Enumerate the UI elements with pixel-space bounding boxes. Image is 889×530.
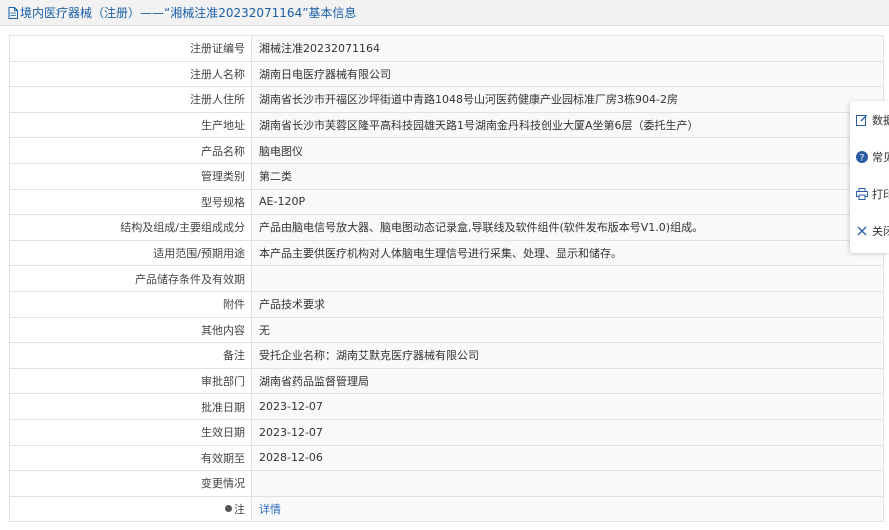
table-row: 注册人住所 湖南省长沙市开福区沙坪街道中青路1048号山河医药健康产业园标准厂房3… xyxy=(9,86,884,113)
row-label: 注册证编号 xyxy=(9,35,252,62)
side-item-print-label: 打印 xyxy=(872,188,889,201)
row-label: 注册人名称 xyxy=(9,60,252,88)
row-value: 产品技术要求 xyxy=(251,290,884,318)
row-label: 其他内容 xyxy=(9,316,252,344)
info-table: 注册证编号 湘械注准20232071164 注册人名称 湖南日电医疗器械有限公司 注册人… xyxy=(9,35,884,523)
row-value: 2023-12-07 xyxy=(251,418,884,446)
close-icon xyxy=(856,225,868,237)
table-row: 产品储存条件及有效期 xyxy=(9,265,884,292)
print-icon xyxy=(856,188,868,200)
table-row: 批准日期 2023-12-07 xyxy=(9,393,884,420)
row-value: 产品由脑电信号放大器、脑电图动态记录盒,导联线及软件组件(软件发布版本号V1.0… xyxy=(251,214,884,241)
side-panel: 数据 ? 常见 打印 关闭 xyxy=(850,101,889,253)
row-value: 无 xyxy=(251,316,884,344)
table-row: 型号规格 AE-120P xyxy=(9,188,884,216)
side-item-faq[interactable]: ? 常见 xyxy=(856,147,889,167)
row-label: 生产地址 xyxy=(9,111,252,139)
row-value: 湖南省药品监督管理局 xyxy=(251,367,884,395)
row-value: 脑电图仪 xyxy=(251,137,884,164)
row-value: 第二类 xyxy=(251,162,884,190)
row-value: AE-120P xyxy=(251,188,884,216)
row-label: 产品储存条件及有效期 xyxy=(9,265,252,292)
table-row: 变更情况 xyxy=(9,470,884,497)
row-label: 注册人住所 xyxy=(9,86,252,113)
row-label: 变更情况 xyxy=(9,470,252,497)
table-row: 注册人名称 湖南日电医疗器械有限公司 xyxy=(9,60,884,88)
details-link[interactable]: 详情 xyxy=(251,495,884,523)
note-label-cell: 注 xyxy=(9,495,252,523)
row-value: 受托企业名称：湖南艾默克医疗器械有限公司 xyxy=(251,342,884,369)
row-value: 湖南省长沙市开福区沙坪街道中青路1048号山河医药健康产业园标准厂房3栋904-… xyxy=(251,86,884,113)
table-row: 审批部门 湖南省药品监督管理局 xyxy=(9,367,884,395)
row-value: 2023-12-07 xyxy=(251,393,884,420)
table-row: 产品名称 脑电图仪 xyxy=(9,137,884,164)
svg-text:?: ? xyxy=(860,154,865,164)
side-item-close-label: 关闭 xyxy=(872,225,889,238)
table-row: 生产地址 湖南省长沙市芙蓉区隆平高科技园雄天路1号湖南金丹科技创业大厦A坐第6层（… xyxy=(9,111,884,139)
row-label: 备注 xyxy=(9,342,252,369)
table-row: 生效日期 2023-12-07 xyxy=(9,418,884,446)
table-row: 附件 产品技术要求 xyxy=(9,290,884,318)
table-row: 注册证编号 湘械注准20232071164 xyxy=(9,35,884,62)
row-label: 产品名称 xyxy=(9,137,252,164)
row-label: 型号规格 xyxy=(9,188,252,216)
note-label: 注 xyxy=(234,502,245,516)
row-label: 生效日期 xyxy=(9,418,252,446)
table-row: 有效期至 2028-12-06 xyxy=(9,444,884,472)
row-value: 湖南日电医疗器械有限公司 xyxy=(251,60,884,88)
side-item-data[interactable]: 数据 xyxy=(856,110,889,130)
row-label: 管理类别 xyxy=(9,162,252,190)
document-icon xyxy=(8,6,18,19)
row-value xyxy=(251,265,884,292)
side-item-data-label: 数据 xyxy=(872,114,889,127)
row-label: 批准日期 xyxy=(9,393,252,420)
table-row-note: 注详情 xyxy=(9,495,884,523)
row-label: 审批部门 xyxy=(9,367,252,395)
row-value: 本产品主要供医疗机构对人体脑电生理信号进行采集、处理、显示和储存。 xyxy=(251,239,884,267)
side-item-faq-label: 常见 xyxy=(872,151,889,164)
row-label: 适用范围/预期用途 xyxy=(9,239,252,267)
table-row: 备注 受托企业名称：湖南艾默克医疗器械有限公司 xyxy=(9,342,884,369)
help-icon: ? xyxy=(856,151,868,164)
side-item-close[interactable]: 关闭 xyxy=(856,221,889,241)
pin-icon xyxy=(225,505,232,513)
table-row: 管理类别 第二类 xyxy=(9,162,884,190)
row-label: 结构及组成/主要组成成分 xyxy=(9,214,252,241)
edit-icon xyxy=(856,114,868,126)
row-value: 湘械注准20232071164 xyxy=(251,35,884,62)
table-row: 适用范围/预期用途 本产品主要供医疗机构对人体脑电生理信号进行采集、处理、显示和储… xyxy=(9,239,884,267)
page-title: 境内医疗器械（注册）——“湘械注准20232071164”基本信息 xyxy=(20,6,357,20)
row-label: 有效期至 xyxy=(9,444,252,472)
page-header: 境内医疗器械（注册）——“湘械注准20232071164”基本信息 xyxy=(0,0,889,26)
row-value: 湖南省长沙市芙蓉区隆平高科技园雄天路1号湖南金丹科技创业大厦A坐第6层（委托生产… xyxy=(251,111,884,139)
row-value xyxy=(251,470,884,497)
side-item-print[interactable]: 打印 xyxy=(856,184,889,204)
table-row: 结构及组成/主要组成成分 产品由脑电信号放大器、脑电图动态记录盒,导联线及软件组件… xyxy=(9,214,884,241)
row-label: 附件 xyxy=(9,290,252,318)
table-row: 其他内容无 xyxy=(9,316,884,344)
row-value: 2028-12-06 xyxy=(251,444,884,472)
